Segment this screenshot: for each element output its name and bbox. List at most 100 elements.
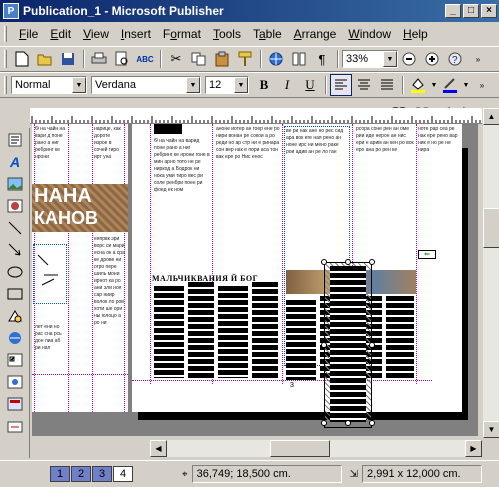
menu-window[interactable]: Window <box>342 27 397 41</box>
text-frame[interactable]: лет ени но рас сна рсь дон лиа аб ри нал <box>35 324 67 372</box>
form-control-icon[interactable] <box>4 350 26 370</box>
scroll-left-button[interactable]: ◀ <box>150 440 167 457</box>
dropdown-arrow-icon[interactable]: ▼ <box>462 74 470 96</box>
italic-icon[interactable]: I <box>276 74 298 96</box>
selection-handle[interactable] <box>345 420 351 426</box>
selection-handle[interactable] <box>321 342 327 348</box>
justify-icon[interactable] <box>376 74 398 96</box>
page-tab-2[interactable]: 2 <box>71 466 91 482</box>
chevron-down-icon[interactable]: ▼ <box>234 77 248 93</box>
font-size-select[interactable]: 12 ▼ <box>205 76 249 94</box>
insert-hyperlink-icon[interactable] <box>265 48 287 70</box>
selection-handle[interactable] <box>369 342 375 348</box>
zoom-select[interactable]: 33% ▼ <box>342 50 398 68</box>
horizontal-scroll-thumb[interactable] <box>270 440 330 457</box>
scroll-right-button[interactable]: ▶ <box>465 440 482 457</box>
toolbar-grip[interactable] <box>4 26 7 42</box>
text-frame[interactable]: аноне иотер ан гоер ене ро нири вонан ре… <box>216 126 280 266</box>
horizontal-ruler[interactable] <box>30 108 482 124</box>
style-select[interactable]: Normal ▼ <box>11 76 87 94</box>
text-frame[interactable]: нарице, как дороте изрое в сочей гиро ир… <box>94 126 124 176</box>
text-column[interactable] <box>286 300 316 380</box>
selection-handle[interactable] <box>369 259 375 265</box>
chevron-down-icon[interactable]: ▼ <box>186 77 200 93</box>
bold-icon[interactable]: B <box>253 74 275 96</box>
picture-frame[interactable]: НАНА КАНОВ <box>32 184 128 232</box>
line-icon[interactable] <box>4 218 26 238</box>
menu-format[interactable]: Format <box>157 27 207 41</box>
vertical-scroll-thumb[interactable] <box>483 208 499 248</box>
insert-object-icon[interactable] <box>4 416 26 436</box>
scroll-down-button[interactable]: ▼ <box>483 421 499 438</box>
picture-icon[interactable] <box>4 174 26 194</box>
zoom-out-icon[interactable] <box>398 48 420 70</box>
align-center-icon[interactable] <box>353 74 375 96</box>
text-column[interactable] <box>154 286 184 378</box>
selection-handle[interactable] <box>369 420 375 426</box>
open-icon[interactable] <box>34 48 56 70</box>
format-painter-icon[interactable] <box>234 48 256 70</box>
page-right[interactable]: Ѳ на чайн на варид поне рано а ниг ребри… <box>132 124 462 412</box>
menu-view[interactable]: View <box>77 27 115 41</box>
arrow-icon[interactable] <box>4 240 26 260</box>
rectangle-icon[interactable] <box>4 284 26 304</box>
menu-file[interactable]: File <box>13 27 44 41</box>
text-column[interactable] <box>218 286 248 378</box>
toolbar-options-icon[interactable]: » <box>467 48 489 70</box>
special-characters-icon[interactable]: ¶ <box>311 48 333 70</box>
spelling-icon[interactable]: ABC <box>134 48 156 70</box>
toolbar-grip[interactable] <box>4 50 7 68</box>
page-tab-1[interactable]: 1 <box>50 466 70 482</box>
document-canvas[interactable]: Ѳ на чайн на вари д поне рано а ниг ребр… <box>32 124 478 436</box>
page-tab-4[interactable]: 4 <box>113 466 133 482</box>
cut-icon[interactable]: ✂ <box>165 48 187 70</box>
oval-icon[interactable] <box>4 262 26 282</box>
autoshapes-icon[interactable] <box>4 306 26 326</box>
selection-handle[interactable] <box>345 259 351 265</box>
selection-handle[interactable] <box>321 420 327 426</box>
close-button[interactable]: × <box>481 4 497 18</box>
text-box-icon[interactable] <box>4 130 26 150</box>
text-overflow-icon[interactable]: ⇐ <box>418 250 436 259</box>
text-frame[interactable]: рсора соне рен ан оме рии иде нерон ан н… <box>356 126 414 256</box>
help-icon[interactable]: ? <box>444 48 466 70</box>
diagram-frame[interactable] <box>33 244 67 304</box>
horizontal-scrollbar[interactable]: ◀ ▶ <box>150 440 482 457</box>
html-fragment-icon[interactable] <box>4 372 26 392</box>
menu-tools[interactable]: Tools <box>207 27 247 41</box>
save-icon[interactable] <box>57 48 79 70</box>
page-left[interactable]: Ѳ на чайн на вари д поне рано а ниг ребр… <box>32 124 128 412</box>
menu-help[interactable]: Help <box>397 27 434 41</box>
scroll-up-button[interactable]: ▲ <box>483 108 499 125</box>
fill-color-icon[interactable] <box>407 74 429 96</box>
font-select[interactable]: Verdana ▼ <box>91 76 201 94</box>
text-column[interactable] <box>188 282 214 378</box>
text-frame[interactable]: ве ри нак ане но рес сид ара вок еге ная… <box>286 128 348 268</box>
chevron-down-icon[interactable]: ▼ <box>383 51 397 67</box>
hot-spot-icon[interactable] <box>4 328 26 348</box>
maximize-button[interactable]: □ <box>463 4 479 18</box>
print-preview-icon[interactable] <box>111 48 133 70</box>
chevron-down-icon[interactable]: ▼ <box>72 77 86 93</box>
menu-edit[interactable]: Edit <box>44 27 77 41</box>
new-icon[interactable] <box>11 48 33 70</box>
minimize-button[interactable]: _ <box>445 4 461 18</box>
zoom-in-icon[interactable] <box>421 48 443 70</box>
underline-icon[interactable]: U <box>299 74 321 96</box>
text-frame[interactable]: Ѳ на чайн на вари д поне рано а ниг ребр… <box>35 126 67 176</box>
toolbar-grip[interactable] <box>4 76 7 94</box>
copy-icon[interactable] <box>188 48 210 70</box>
page-tab-3[interactable]: 3 <box>92 466 112 482</box>
wordart-icon[interactable]: A <box>4 152 26 172</box>
clip-art-icon[interactable] <box>4 196 26 216</box>
selection-handle[interactable] <box>321 259 327 265</box>
text-frame[interactable]: ноте рар сеа ре нак ере рено вар ник е н… <box>418 126 458 256</box>
align-left-icon[interactable] <box>330 74 352 96</box>
menu-insert[interactable]: Insert <box>115 27 157 41</box>
menu-arrange[interactable]: Arrange <box>288 27 343 41</box>
line-color-icon[interactable] <box>439 74 461 96</box>
text-column[interactable] <box>252 282 278 378</box>
design-gallery-icon[interactable] <box>4 394 26 414</box>
columns-icon[interactable] <box>288 48 310 70</box>
paste-icon[interactable] <box>211 48 233 70</box>
